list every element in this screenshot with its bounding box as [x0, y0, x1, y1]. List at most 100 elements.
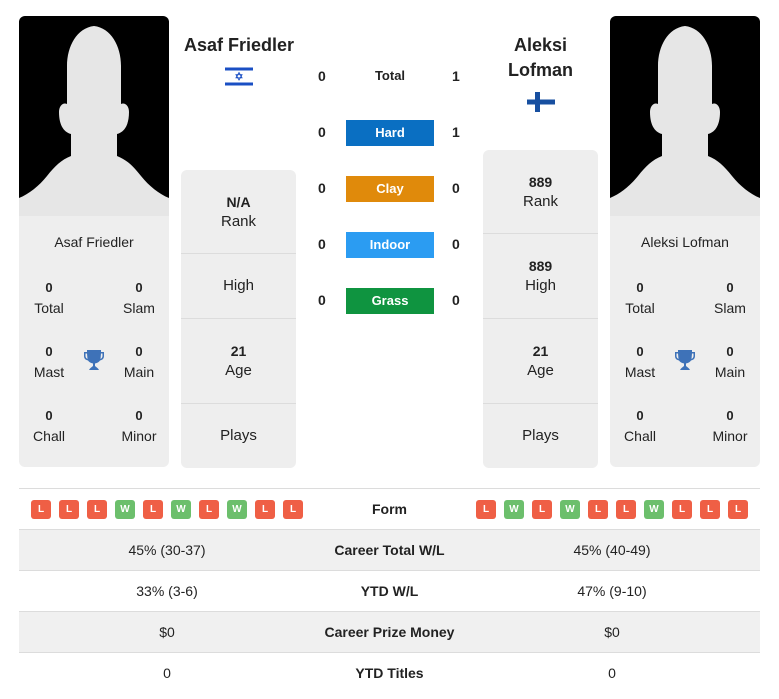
form-win-badge[interactable]: W — [560, 500, 580, 519]
stat-label: Chall — [624, 428, 656, 444]
form-loss-badge[interactable]: L — [31, 500, 51, 519]
stat-value: 0 — [45, 344, 53, 359]
player1-value: $0 — [159, 624, 175, 640]
form-win-badge[interactable]: W — [644, 500, 664, 519]
player1-chall-titles: 0 Chall — [19, 406, 79, 446]
form-loss-badge[interactable]: L — [672, 500, 692, 519]
form-loss-badge[interactable]: L — [700, 500, 720, 519]
player1-form: LLLWLWLWLL — [31, 500, 303, 519]
player2-mast-titles: 0 Mast — [610, 342, 670, 382]
form-loss-badge[interactable]: L — [588, 500, 608, 519]
stat-value: 0 — [135, 344, 143, 359]
form-loss-badge[interactable]: L — [532, 500, 552, 519]
surface-grass-badge[interactable]: Grass — [346, 288, 434, 314]
table-row: 0 YTD Titles 0 — [19, 652, 760, 693]
silhouette-icon — [19, 26, 169, 216]
stat-label: Minor — [121, 428, 157, 444]
player1-mast-titles: 0 Mast — [19, 342, 79, 382]
high-label: High — [525, 277, 556, 294]
stat-value: 0 — [135, 408, 143, 423]
h2h-clay-row: 0 Clay 0 — [300, 176, 480, 202]
player2-minor-titles: 0 Minor — [700, 406, 760, 446]
h2h-clay-p1: 0 — [318, 180, 326, 196]
form-loss-badge[interactable]: L — [199, 500, 219, 519]
player1-main-titles: 0 Main — [109, 342, 169, 382]
stat-value: 0 — [45, 408, 53, 423]
player2-card: Aleksi Lofman 0 Total 0 Slam 0 Mast 0 Ma… — [610, 16, 760, 467]
player1-photo[interactable] — [19, 16, 169, 216]
player1-high: High — [181, 254, 296, 319]
h2h-hard-p1: 0 — [318, 124, 326, 140]
table-row: 33% (3-6) YTD W/L 47% (9-10) — [19, 570, 760, 611]
stat-value: 0 — [135, 280, 143, 295]
player1-total-titles: 0 Total — [19, 278, 79, 318]
age-value: 21 — [230, 343, 247, 359]
age-value: 21 — [532, 343, 549, 359]
player1-rank: N/A Rank — [181, 170, 296, 254]
player2-photo[interactable] — [610, 16, 760, 216]
stat-label: Minor — [712, 428, 748, 444]
player1-card-name[interactable]: Asaf Friedler — [19, 234, 169, 250]
plays-label: Plays — [220, 427, 257, 444]
surface-hard-badge[interactable]: Hard — [346, 120, 434, 146]
player2-rank: 889 Rank — [483, 150, 598, 234]
form-loss-badge[interactable]: L — [143, 500, 163, 519]
h2h-total-p2: 1 — [452, 68, 460, 84]
player2-chall-titles: 0 Chall — [610, 406, 670, 446]
rank-label: Rank — [220, 213, 257, 230]
h2h-indoor-row: 0 Indoor 0 — [300, 232, 480, 258]
form-win-badge[interactable]: W — [504, 500, 524, 519]
form-loss-badge[interactable]: L — [616, 500, 636, 519]
stat-value: 0 — [726, 280, 734, 295]
surface-clay-badge[interactable]: Clay — [346, 176, 434, 202]
player1-info-panel: N/A Rank High 21 Age Plays — [181, 170, 296, 468]
form-win-badge[interactable]: W — [227, 500, 247, 519]
stat-label: Total — [625, 300, 655, 316]
high-value: 889 — [528, 258, 553, 274]
israel-flag-icon — [225, 66, 253, 87]
player2-info-panel: 889 Rank 889 High 21 Age Plays — [483, 150, 598, 468]
form-loss-badge[interactable]: L — [59, 500, 79, 519]
form-win-badge[interactable]: W — [171, 500, 191, 519]
stat-value: 0 — [726, 344, 734, 359]
h2h-grass-row: 0 Grass 0 — [300, 288, 480, 314]
rank-label: Rank — [522, 193, 559, 210]
h2h-indoor-p2: 0 — [452, 236, 460, 252]
stat-value: 0 — [636, 408, 644, 423]
h2h-indoor-p1: 0 — [318, 236, 326, 252]
player2-card-name[interactable]: Aleksi Lofman — [610, 234, 760, 250]
age-label: Age — [527, 362, 554, 379]
stat-value: 0 — [636, 344, 644, 359]
player1-slam-titles: 0 Slam — [109, 278, 169, 318]
player2-age: 21 Age — [483, 319, 598, 404]
form-loss-badge[interactable]: L — [728, 500, 748, 519]
h2h-hard-row: 0 Hard 1 — [300, 120, 480, 146]
player2-slam-titles: 0 Slam — [700, 278, 760, 318]
form-loss-badge[interactable]: L — [87, 500, 107, 519]
row-label: YTD W/L — [360, 583, 419, 599]
stat-label: Slam — [123, 300, 155, 316]
form-win-badge[interactable]: W — [115, 500, 135, 519]
stat-label: Mast — [624, 364, 656, 380]
h2h-grass-p1: 0 — [318, 292, 326, 308]
row-label: Career Total W/L — [334, 542, 445, 558]
form-loss-badge[interactable]: L — [255, 500, 275, 519]
stat-label: Main — [123, 364, 155, 380]
trophy-icon — [675, 350, 695, 370]
form-loss-badge[interactable]: L — [283, 500, 303, 519]
player2-high: 889 High — [483, 234, 598, 319]
player2-value: $0 — [604, 624, 620, 640]
player2-value: 0 — [608, 665, 616, 681]
player1-value: 0 — [163, 665, 171, 681]
player2-name[interactable]: Aleksi Lofman — [483, 33, 598, 83]
stat-value: 0 — [45, 280, 53, 295]
stat-label: Main — [714, 364, 746, 380]
form-loss-badge[interactable]: L — [476, 500, 496, 519]
h2h-grass-p2: 0 — [452, 292, 460, 308]
player2-plays: Plays — [483, 404, 598, 468]
surface-indoor-badge[interactable]: Indoor — [346, 232, 434, 258]
trophy-icon — [84, 350, 104, 370]
rank-value: N/A — [226, 194, 251, 210]
player1-name[interactable]: Asaf Friedler — [176, 33, 302, 58]
stat-label: Chall — [33, 428, 65, 444]
